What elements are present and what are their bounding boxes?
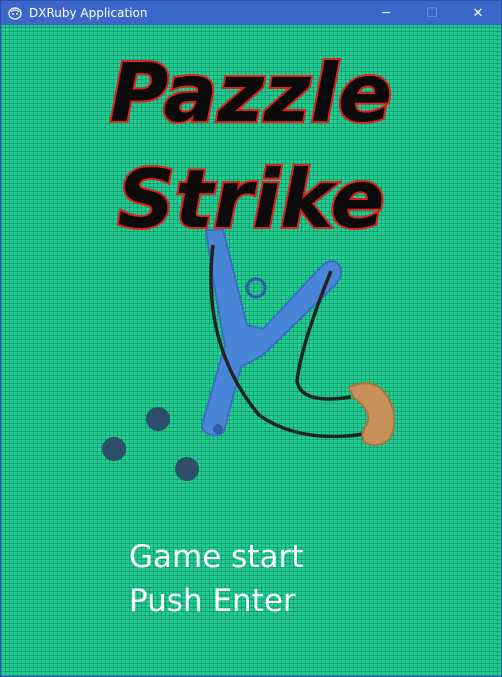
- start-menu: Game start Push Enter: [129, 535, 303, 623]
- window-controls: ─ ☐ ✕: [363, 1, 501, 25]
- stone: [146, 407, 170, 431]
- stone: [102, 437, 126, 461]
- maximize-button[interactable]: ☐: [409, 1, 455, 25]
- game-start-label[interactable]: Game start: [129, 535, 303, 579]
- stone: [175, 457, 199, 481]
- minimize-button[interactable]: ─: [363, 1, 409, 25]
- slingshot-hole-bottom: [213, 424, 223, 434]
- app-icon[interactable]: [7, 5, 23, 21]
- logo-line-1: Pazzle: [110, 47, 392, 140]
- slingshot-hole-top: [245, 277, 267, 299]
- minimize-icon: ─: [382, 5, 390, 21]
- maximize-icon: ☐: [426, 5, 438, 21]
- app-window: DXRuby Application ─ ☐ ✕ Pazzle Strike G…: [0, 0, 502, 677]
- slingshot-frame: [201, 229, 342, 437]
- logo-line-2: Strike: [117, 153, 384, 246]
- slingshot-illustration: [201, 229, 395, 447]
- title-bar[interactable]: DXRuby Application ─ ☐ ✕: [1, 1, 501, 25]
- close-button[interactable]: ✕: [455, 1, 501, 25]
- game-canvas[interactable]: Pazzle Strike Game start Push Enter: [1, 25, 501, 676]
- window-title: DXRuby Application: [29, 6, 148, 20]
- push-enter-label: Push Enter: [129, 583, 296, 619]
- close-icon: ✕: [472, 5, 484, 21]
